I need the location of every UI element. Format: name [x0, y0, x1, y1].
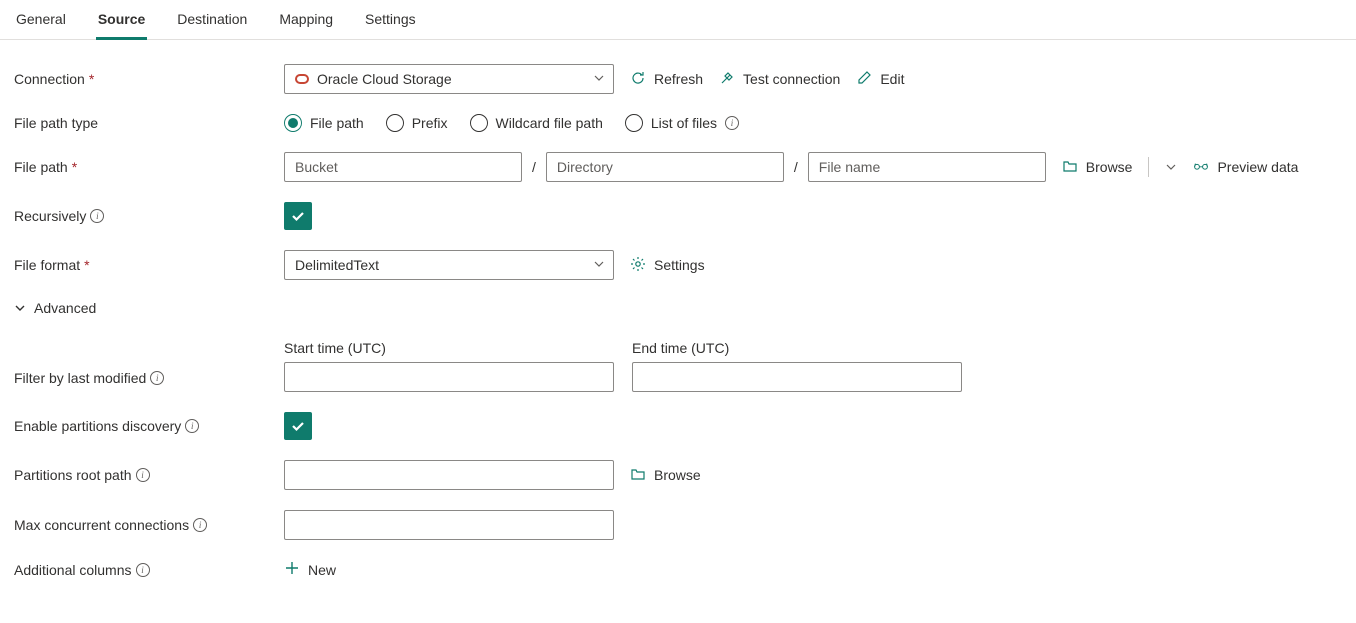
- edit-icon: [856, 70, 872, 89]
- chevron-down-icon: [593, 257, 605, 273]
- chevron-down-icon: [14, 302, 26, 314]
- browse-button[interactable]: Browse: [1062, 158, 1133, 177]
- preview-data-button[interactable]: Preview data: [1193, 158, 1298, 177]
- max-concurrent-label: Max concurrent connections: [14, 517, 189, 533]
- edit-label: Edit: [880, 71, 904, 87]
- filter-last-modified-label: Filter by last modified: [14, 370, 146, 386]
- start-time-input[interactable]: [284, 362, 614, 392]
- tab-source[interactable]: Source: [96, 3, 147, 40]
- gear-icon: [630, 256, 646, 275]
- radio-wildcard-label: Wildcard file path: [496, 115, 603, 131]
- tab-settings[interactable]: Settings: [363, 3, 418, 40]
- connection-value: Oracle Cloud Storage: [317, 71, 452, 87]
- folder-icon: [630, 466, 646, 485]
- edit-button[interactable]: Edit: [856, 70, 904, 89]
- enable-partitions-checkbox[interactable]: [284, 412, 312, 440]
- test-connection-button[interactable]: Test connection: [719, 70, 840, 89]
- file-format-select[interactable]: DelimitedText: [284, 250, 614, 280]
- refresh-icon: [630, 70, 646, 89]
- connection-select[interactable]: Oracle Cloud Storage: [284, 64, 614, 94]
- radio-list-label: List of files: [651, 115, 717, 131]
- refresh-button[interactable]: Refresh: [630, 70, 703, 89]
- partitions-root-path-input[interactable]: [284, 460, 614, 490]
- start-time-label: Start time (UTC): [284, 340, 614, 356]
- radio-circle-icon: [386, 114, 404, 132]
- file-format-label: File format: [14, 257, 80, 273]
- recursively-label: Recursively: [14, 208, 86, 224]
- advanced-toggle[interactable]: Advanced: [14, 300, 1342, 316]
- info-icon[interactable]: i: [150, 371, 164, 385]
- end-time-label: End time (UTC): [632, 340, 962, 356]
- radio-prefix[interactable]: Prefix: [386, 114, 448, 132]
- file-format-value: DelimitedText: [295, 257, 379, 273]
- browse-label: Browse: [1086, 159, 1133, 175]
- new-column-button[interactable]: New: [284, 560, 336, 579]
- tabs-bar: General Source Destination Mapping Setti…: [0, 0, 1356, 40]
- enable-partitions-label: Enable partitions discovery: [14, 418, 181, 434]
- format-settings-button[interactable]: Settings: [630, 256, 705, 275]
- radio-prefix-label: Prefix: [412, 115, 448, 131]
- radio-file-path[interactable]: File path: [284, 114, 364, 132]
- check-icon: [290, 208, 306, 224]
- info-icon[interactable]: i: [725, 116, 739, 130]
- radio-wildcard[interactable]: Wildcard file path: [470, 114, 603, 132]
- info-icon[interactable]: i: [136, 468, 150, 482]
- required-mark: *: [89, 71, 94, 87]
- additional-columns-label: Additional columns: [14, 562, 132, 578]
- tab-mapping[interactable]: Mapping: [277, 3, 335, 40]
- required-mark: *: [84, 257, 89, 273]
- file-path-label: File path: [14, 159, 68, 175]
- source-form: Connection * Oracle Cloud Storage Refres…: [0, 40, 1356, 623]
- advanced-label: Advanced: [34, 300, 96, 316]
- chevron-down-icon: [1165, 161, 1177, 173]
- partitions-browse-label: Browse: [654, 467, 701, 483]
- radio-circle-icon: [470, 114, 488, 132]
- tab-destination[interactable]: Destination: [175, 3, 249, 40]
- refresh-label: Refresh: [654, 71, 703, 87]
- filename-input[interactable]: [808, 152, 1046, 182]
- test-connection-label: Test connection: [743, 71, 840, 87]
- plug-icon: [719, 70, 735, 89]
- partitions-root-path-label: Partitions root path: [14, 467, 132, 483]
- info-icon[interactable]: i: [136, 563, 150, 577]
- format-settings-label: Settings: [654, 257, 705, 273]
- plus-icon: [284, 560, 300, 579]
- new-column-label: New: [308, 562, 336, 578]
- check-icon: [290, 418, 306, 434]
- divider: [1148, 157, 1149, 177]
- radio-file-path-label: File path: [310, 115, 364, 131]
- path-separator: /: [532, 159, 536, 175]
- radio-circle-icon: [284, 114, 302, 132]
- max-concurrent-input[interactable]: [284, 510, 614, 540]
- tab-general[interactable]: General: [14, 3, 68, 40]
- chevron-down-icon: [593, 71, 605, 87]
- connection-label: Connection: [14, 71, 85, 87]
- end-time-input[interactable]: [632, 362, 962, 392]
- info-icon[interactable]: i: [185, 419, 199, 433]
- oracle-icon: [295, 74, 309, 84]
- radio-circle-icon: [625, 114, 643, 132]
- preview-data-label: Preview data: [1217, 159, 1298, 175]
- folder-icon: [1062, 158, 1078, 177]
- bucket-input[interactable]: [284, 152, 522, 182]
- directory-input[interactable]: [546, 152, 784, 182]
- info-icon[interactable]: i: [193, 518, 207, 532]
- path-separator: /: [794, 159, 798, 175]
- radio-list-of-files[interactable]: List of files i: [625, 114, 739, 132]
- partitions-browse-button[interactable]: Browse: [630, 466, 701, 485]
- info-icon[interactable]: i: [90, 209, 104, 223]
- required-mark: *: [72, 159, 77, 175]
- recursively-checkbox[interactable]: [284, 202, 312, 230]
- browse-dropdown[interactable]: [1165, 161, 1177, 173]
- file-path-type-label: File path type: [14, 115, 98, 131]
- glasses-icon: [1193, 158, 1209, 177]
